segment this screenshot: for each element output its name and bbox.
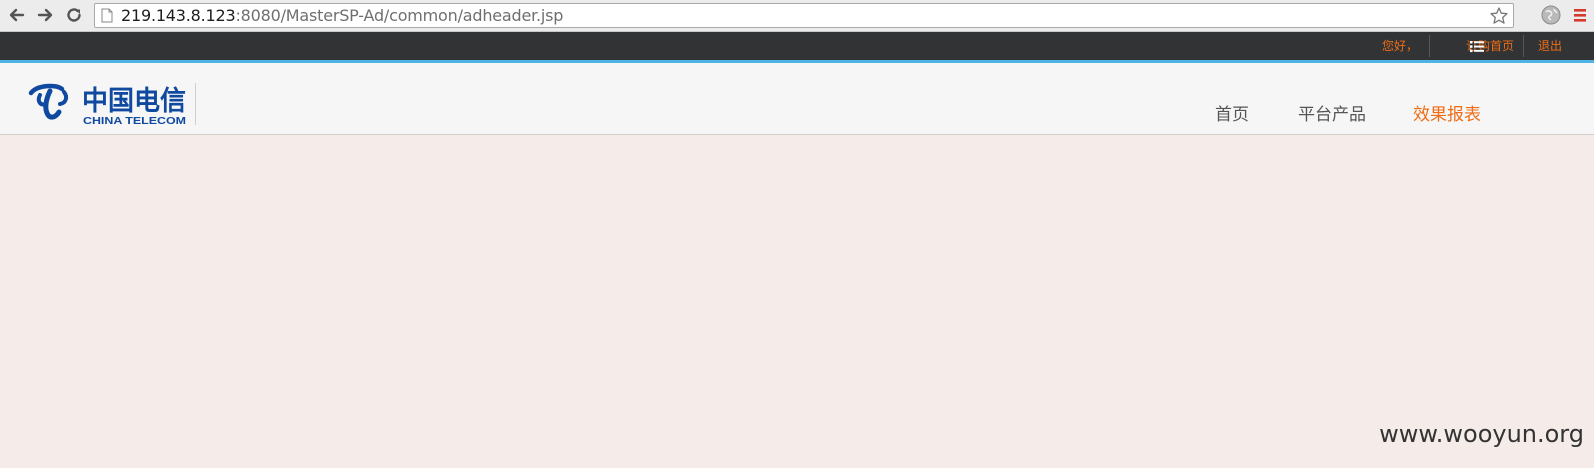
arrow-left-icon (9, 8, 25, 22)
logo-text-cn: 中国电信 (82, 86, 186, 117)
back-button[interactable] (6, 4, 28, 26)
logo-text-en: CHINA TELECOM (83, 115, 186, 125)
nav-home[interactable]: 首页 (1215, 100, 1249, 125)
url-path: :8080/MasterSP-Ad/common/adheader.jsp (235, 6, 564, 25)
watermark-text: www.wooyun.org (1379, 420, 1584, 448)
address-url[interactable]: 219.143.8.123:8080/MasterSP-Ad/common/ad… (121, 7, 563, 25)
reload-icon (67, 8, 81, 22)
site-header: 中国电信 CHINA TELECOM 首页 平台产品 效果报表 (0, 63, 1594, 135)
list-icon (1470, 41, 1484, 53)
forward-button[interactable] (34, 4, 56, 26)
greeting-text: 您好， (1382, 39, 1419, 53)
nav-platform-products[interactable]: 平台产品 (1298, 100, 1366, 125)
address-bar[interactable]: 219.143.8.123:8080/MasterSP-Ad/common/ad… (94, 3, 1514, 28)
browser-menu-icon[interactable] (1572, 6, 1588, 24)
top-user-bar: 您好， 订购首页 退出 (0, 32, 1594, 60)
browser-toolbar: 219.143.8.123:8080/MasterSP-Ad/common/ad… (0, 0, 1594, 32)
arrow-right-icon (37, 8, 53, 22)
url-host: 219.143.8.123 (121, 6, 236, 25)
topbar-divider (1429, 35, 1430, 57)
logo-divider (195, 83, 196, 125)
bookmark-star-icon[interactable] (1489, 6, 1509, 26)
logout-link[interactable]: 退出 (1538, 32, 1562, 60)
topbar-divider (1523, 35, 1524, 57)
china-telecom-logo[interactable]: 中国电信 CHINA TELECOM (28, 79, 198, 125)
page-icon (101, 8, 113, 23)
reload-button[interactable] (63, 4, 85, 26)
nav-performance-report[interactable]: 效果报表 (1413, 100, 1481, 125)
globe-icon[interactable] (1540, 4, 1562, 26)
